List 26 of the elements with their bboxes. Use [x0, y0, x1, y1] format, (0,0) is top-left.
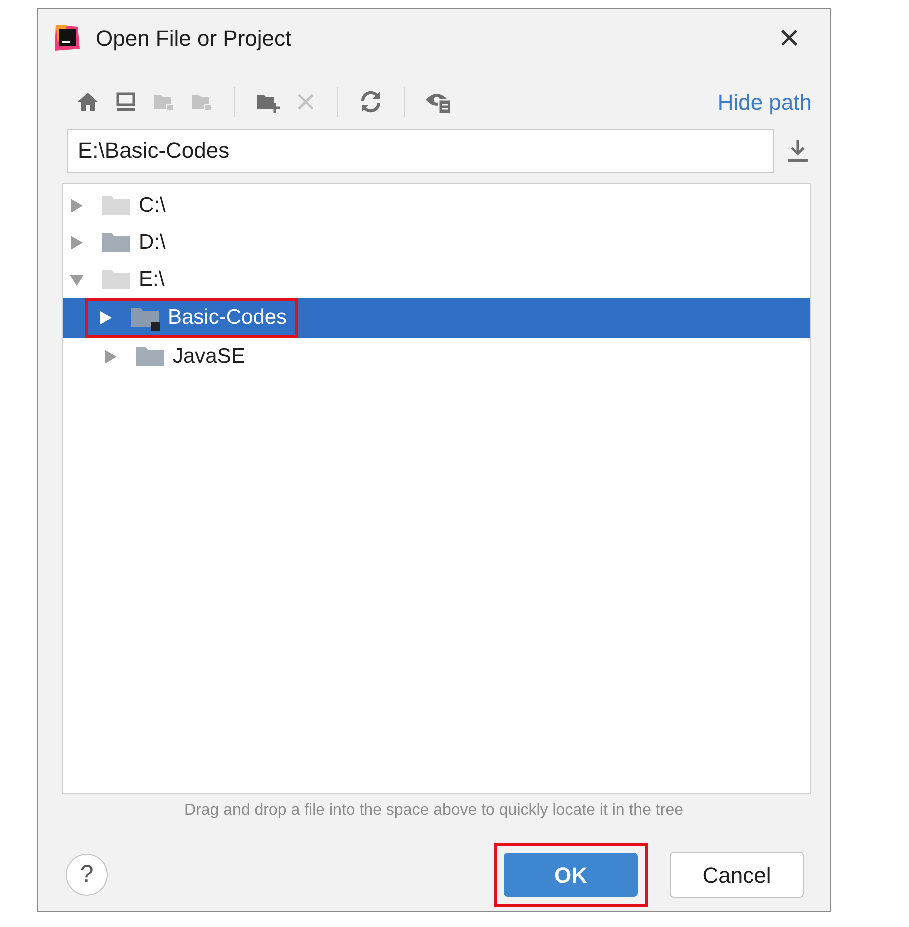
tree-item-label: D:\ [139, 230, 166, 256]
path-field[interactable]: E:\Basic-Codes [67, 129, 774, 173]
window-title: Open File or Project [96, 24, 292, 53]
close-button[interactable]: × [778, 20, 800, 56]
expand-arrow-icon[interactable] [69, 234, 85, 250]
tree-item-label: E:\ [139, 266, 165, 293]
ok-button[interactable]: OK [504, 853, 638, 897]
tree-row[interactable]: D:\ [63, 224, 810, 261]
cancel-button[interactable]: Cancel [670, 852, 804, 898]
download-icon[interactable] [786, 138, 810, 164]
home-icon[interactable] [76, 90, 100, 114]
tree-row[interactable]: E:\ [63, 261, 810, 298]
tree-row[interactable]: JavaSE [63, 338, 810, 375]
tree-item-label: Basic-Codes [168, 305, 288, 332]
drag-drop-hint: Drag and drop a file into the space above to quickly locate it in the tree [184, 801, 684, 821]
expand-arrow-icon[interactable] [98, 310, 114, 326]
expand-arrow-icon[interactable] [69, 198, 85, 214]
help-button[interactable]: ? [66, 854, 108, 896]
expand-arrow-icon[interactable] [103, 348, 119, 364]
tree-item-label: JavaSE [173, 344, 246, 370]
tree-row[interactable]: C:\ [63, 187, 810, 224]
app-logo-icon [52, 23, 82, 53]
hide-path-link[interactable]: Hide path [718, 86, 812, 118]
tree-item-label: C:\ [139, 192, 166, 219]
monitor-icon[interactable] [114, 90, 138, 114]
tree-row[interactable]: Basic-Codes [63, 298, 810, 338]
